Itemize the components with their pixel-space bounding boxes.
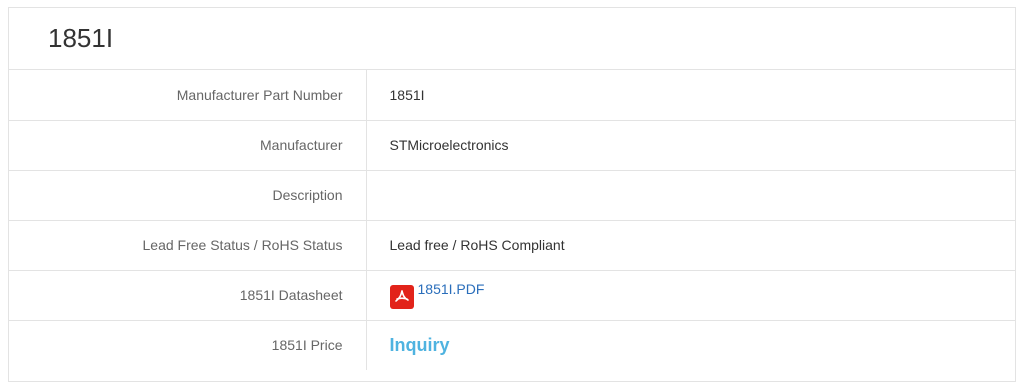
table-row: 1851I Price Inquiry: [9, 320, 1015, 370]
row-value: 1851I: [366, 70, 1015, 121]
row-label: Manufacturer: [9, 120, 367, 171]
row-value: [366, 170, 1015, 221]
row-label: Manufacturer Part Number: [9, 70, 367, 121]
row-label: 1851I Datasheet: [9, 270, 367, 321]
datasheet-link[interactable]: 1851I.PDF: [418, 281, 485, 297]
inquiry-link[interactable]: Inquiry: [390, 335, 450, 355]
row-label: 1851I Price: [9, 320, 367, 370]
part-title: 1851I: [9, 8, 1015, 70]
part-detail-panel: 1851I Manufacturer Part Number 1851I Man…: [8, 7, 1016, 382]
spec-table: Manufacturer Part Number 1851I Manufactu…: [9, 70, 1015, 370]
price-cell: Inquiry: [366, 320, 1015, 370]
row-label: Description: [9, 170, 367, 221]
table-row: Manufacturer STMicroelectronics: [9, 120, 1015, 171]
table-row: Lead Free Status / RoHS Status Lead free…: [9, 220, 1015, 271]
datasheet-cell: 1851I.PDF: [366, 270, 1015, 321]
pdf-icon[interactable]: [389, 285, 414, 309]
row-value: Lead free / RoHS Compliant: [366, 220, 1015, 271]
row-label: Lead Free Status / RoHS Status: [9, 220, 367, 271]
datasheet-link-wrap: 1851I.PDF: [389, 281, 485, 309]
table-row: Manufacturer Part Number 1851I: [9, 70, 1015, 121]
table-row: 1851I Datasheet 1851I.PDF: [9, 270, 1015, 321]
table-row: Description: [9, 170, 1015, 221]
row-value: STMicroelectronics: [366, 120, 1015, 171]
